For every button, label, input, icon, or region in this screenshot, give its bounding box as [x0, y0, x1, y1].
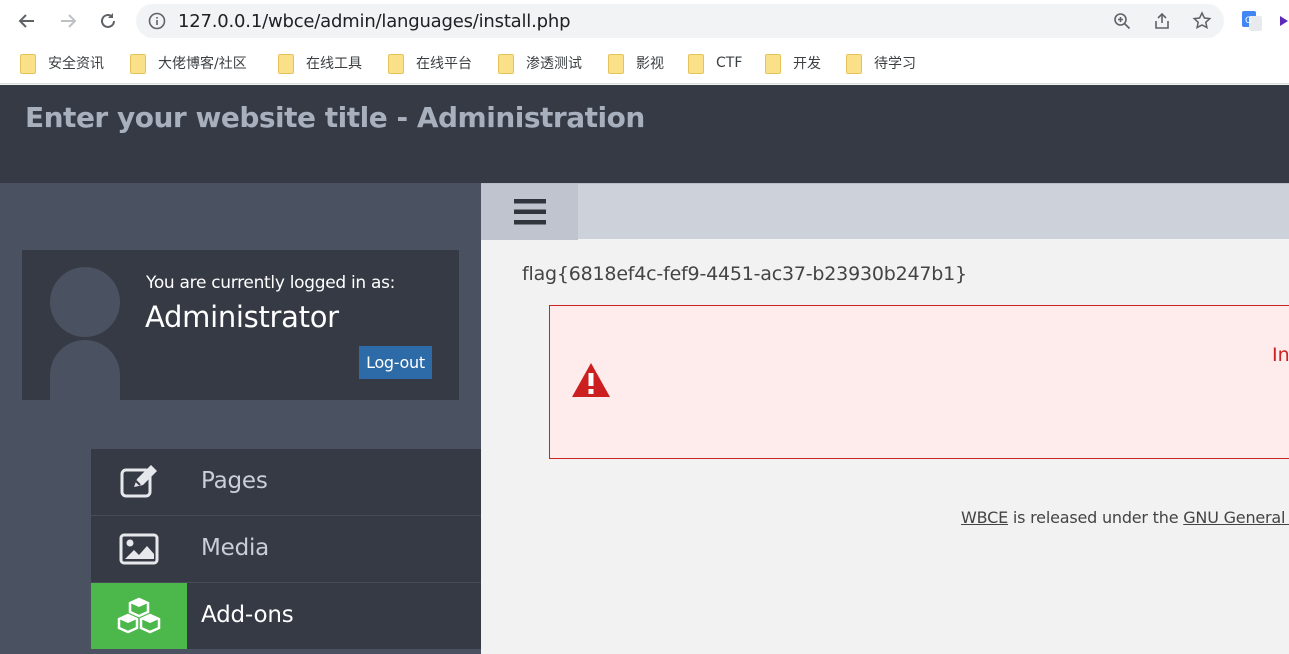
- username: Administrator: [145, 300, 339, 334]
- zoom-icon[interactable]: [1111, 11, 1133, 31]
- folder-icon: [608, 54, 624, 74]
- folder-icon: [278, 54, 294, 74]
- folder-icon: [130, 54, 146, 74]
- star-icon[interactable]: [1191, 11, 1213, 31]
- alert-message: In: [1272, 344, 1289, 366]
- folder-icon: [388, 54, 404, 74]
- menu-item-pages[interactable]: Pages: [91, 449, 481, 515]
- address-bar[interactable]: 127.0.0.1/wbce/admin/languages/install.p…: [136, 4, 1224, 38]
- bookmark-folder[interactable]: 在线工具: [278, 53, 362, 74]
- bookmark-folder[interactable]: 待学习: [846, 53, 916, 74]
- extension-icon[interactable]: [1278, 10, 1289, 37]
- user-panel: You are currently logged in as: Administ…: [22, 250, 459, 400]
- bookmark-folder[interactable]: 影视: [608, 53, 664, 74]
- top-bar: [481, 183, 1289, 240]
- image-icon: [91, 516, 187, 582]
- warning-icon: [570, 361, 612, 404]
- arrow-left-icon: [18, 14, 34, 28]
- menu-item-addons[interactable]: Add-ons: [91, 583, 481, 649]
- site-header: Enter your website title - Administratio…: [0, 85, 1289, 183]
- footer: WBCE is released under the GNU General P: [961, 508, 1289, 527]
- footer-text: is released under the: [1008, 508, 1184, 527]
- back-button[interactable]: [15, 9, 39, 33]
- edit-icon: [91, 449, 187, 515]
- hamburger-icon: [513, 199, 546, 225]
- site-title[interactable]: Enter your website title - Administratio…: [25, 101, 645, 134]
- menu-item-media[interactable]: Media: [91, 516, 481, 582]
- bookmarks-bar: 安全资讯 大佬博客/社区 在线工具 在线平台 渗透测试 影视 CTF 开发 待学…: [0, 42, 1289, 84]
- bookmark-folder[interactable]: 开发: [765, 53, 821, 74]
- bookmark-folder[interactable]: CTF: [688, 53, 742, 74]
- translate-extension-icon[interactable]: G: [1241, 10, 1263, 37]
- bookmark-folder[interactable]: 在线平台: [388, 53, 472, 74]
- bookmark-folder[interactable]: 渗透测试: [498, 53, 582, 74]
- bookmark-folder[interactable]: 安全资讯: [20, 53, 104, 74]
- avatar: [50, 267, 120, 337]
- flag-text: flag{6818ef4c-fef9-4451-ac37-b23930b247b…: [522, 263, 967, 285]
- folder-icon: [20, 54, 36, 74]
- avatar-body: [50, 340, 120, 400]
- logged-in-label: You are currently logged in as:: [146, 273, 396, 293]
- forward-button[interactable]: [56, 9, 80, 33]
- sidebar: You are currently logged in as: Administ…: [0, 183, 481, 654]
- reload-icon: [101, 13, 115, 28]
- bookmark-folder[interactable]: 大佬博客/社区: [130, 53, 247, 74]
- folder-icon: [765, 54, 781, 74]
- wbce-link[interactable]: WBCE: [961, 508, 1008, 527]
- cubes-icon: [91, 583, 187, 649]
- menu-label: Media: [201, 535, 270, 561]
- folder-icon: [688, 54, 704, 74]
- menu-label: Add-ons: [201, 602, 294, 628]
- menu-toggle-button[interactable]: [481, 184, 578, 240]
- browser-toolbar: 127.0.0.1/wbce/admin/languages/install.p…: [0, 0, 1289, 42]
- folder-icon: [498, 54, 514, 74]
- info-icon[interactable]: [148, 12, 166, 35]
- svg-text:G: G: [1245, 16, 1252, 26]
- gnu-license-link[interactable]: GNU General P: [1183, 508, 1289, 527]
- error-alert: In: [549, 305, 1289, 459]
- url-text[interactable]: 127.0.0.1/wbce/admin/languages/install.p…: [178, 11, 570, 32]
- arrow-right-icon: [61, 14, 77, 28]
- folder-icon: [846, 54, 862, 74]
- reload-button[interactable]: [96, 9, 120, 33]
- share-icon[interactable]: [1151, 11, 1173, 31]
- main-content: flag{6818ef4c-fef9-4451-ac37-b23930b247b…: [481, 183, 1289, 654]
- menu-label: Pages: [201, 468, 268, 494]
- logout-button[interactable]: Log-out: [359, 346, 432, 379]
